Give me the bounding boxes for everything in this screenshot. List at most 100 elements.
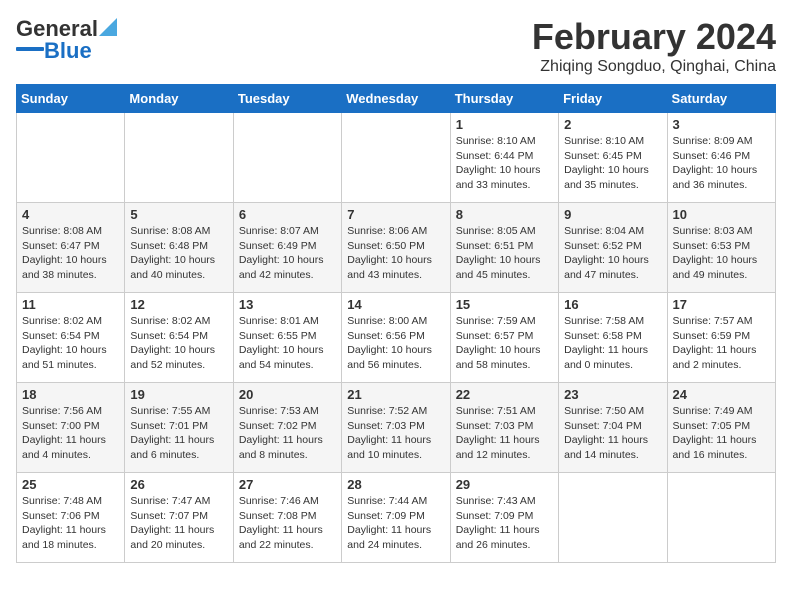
location: Zhiqing Songduo, Qinghai, China bbox=[532, 58, 776, 76]
calendar-cell: 23 Sunrise: 7:50 AM Sunset: 7:04 PM Dayli… bbox=[559, 383, 667, 473]
day-info: Sunrise: 8:02 AM Sunset: 6:54 PM Dayligh… bbox=[130, 314, 227, 373]
calendar-cell: 15 Sunrise: 7:59 AM Sunset: 6:57 PM Dayli… bbox=[450, 293, 558, 383]
day-info: Sunrise: 7:59 AM Sunset: 6:57 PM Dayligh… bbox=[456, 314, 553, 373]
calendar-cell: 5Sunrise: 8:08 AM Sunset: 6:48 PM Daylig… bbox=[125, 203, 233, 293]
calendar-cell: 3Sunrise: 8:09 AM Sunset: 6:46 PM Daylig… bbox=[667, 113, 775, 203]
day-info: Sunrise: 8:09 AM Sunset: 6:46 PM Dayligh… bbox=[673, 134, 770, 193]
day-number: 26 bbox=[130, 477, 227, 492]
day-info: Sunrise: 7:56 AM Sunset: 7:00 PM Dayligh… bbox=[22, 404, 119, 463]
calendar-cell bbox=[125, 113, 233, 203]
day-number: 20 bbox=[239, 387, 336, 402]
calendar-cell: 11 Sunrise: 8:02 AM Sunset: 6:54 PM Dayli… bbox=[17, 293, 125, 383]
day-info: Sunrise: 7:47 AM Sunset: 7:07 PM Dayligh… bbox=[130, 494, 227, 553]
day-number: 1 bbox=[456, 117, 553, 132]
calendar-cell: 29 Sunrise: 7:43 AM Sunset: 7:09 PM Dayli… bbox=[450, 473, 558, 563]
calendar-header: Tuesday bbox=[233, 85, 341, 113]
calendar-cell: 10 Sunrise: 8:03 AM Sunset: 6:53 PM Dayli… bbox=[667, 203, 775, 293]
day-info: Sunrise: 8:04 AM Sunset: 6:52 PM Dayligh… bbox=[564, 224, 661, 283]
day-info: Sunrise: 8:02 AM Sunset: 6:54 PM Dayligh… bbox=[22, 314, 119, 373]
calendar-cell bbox=[559, 473, 667, 563]
day-number: 14 bbox=[347, 297, 444, 312]
calendar-header: Thursday bbox=[450, 85, 558, 113]
calendar-cell: 19 Sunrise: 7:55 AM Sunset: 7:01 PM Dayli… bbox=[125, 383, 233, 473]
calendar-cell: 27 Sunrise: 7:46 AM Sunset: 7:08 PM Dayli… bbox=[233, 473, 341, 563]
day-info: Sunrise: 8:06 AM Sunset: 6:50 PM Dayligh… bbox=[347, 224, 444, 283]
calendar-table: SundayMondayTuesdayWednesdayThursdayFrid… bbox=[16, 84, 776, 563]
calendar-cell: 28 Sunrise: 7:44 AM Sunset: 7:09 PM Dayli… bbox=[342, 473, 450, 563]
day-number: 17 bbox=[673, 297, 770, 312]
calendar-cell bbox=[342, 113, 450, 203]
day-info: Sunrise: 8:10 AM Sunset: 6:45 PM Dayligh… bbox=[564, 134, 661, 193]
day-number: 23 bbox=[564, 387, 661, 402]
calendar-header: Sunday bbox=[17, 85, 125, 113]
calendar-cell: 7 Sunrise: 8:06 AM Sunset: 6:50 PM Daylig… bbox=[342, 203, 450, 293]
day-info: Sunrise: 7:49 AM Sunset: 7:05 PM Dayligh… bbox=[673, 404, 770, 463]
day-number: 11 bbox=[22, 297, 119, 312]
day-number: 24 bbox=[673, 387, 770, 402]
day-info: Sunrise: 8:01 AM Sunset: 6:55 PM Dayligh… bbox=[239, 314, 336, 373]
day-number: 4 bbox=[22, 207, 119, 222]
day-info: Sunrise: 7:53 AM Sunset: 7:02 PM Dayligh… bbox=[239, 404, 336, 463]
day-number: 22 bbox=[456, 387, 553, 402]
title-block: February 2024 Zhiqing Songduo, Qinghai, … bbox=[532, 16, 776, 76]
page-header: General Blue February 2024 Zhiqing Songd… bbox=[16, 16, 776, 76]
calendar-cell: 22 Sunrise: 7:51 AM Sunset: 7:03 PM Dayli… bbox=[450, 383, 558, 473]
day-number: 9 bbox=[564, 207, 661, 222]
calendar-cell: 12 Sunrise: 8:02 AM Sunset: 6:54 PM Dayli… bbox=[125, 293, 233, 383]
day-number: 18 bbox=[22, 387, 119, 402]
day-number: 25 bbox=[22, 477, 119, 492]
day-info: Sunrise: 7:46 AM Sunset: 7:08 PM Dayligh… bbox=[239, 494, 336, 553]
day-info: Sunrise: 7:55 AM Sunset: 7:01 PM Dayligh… bbox=[130, 404, 227, 463]
day-number: 19 bbox=[130, 387, 227, 402]
day-info: Sunrise: 7:50 AM Sunset: 7:04 PM Dayligh… bbox=[564, 404, 661, 463]
logo-underline-icon bbox=[16, 47, 44, 55]
calendar-header: Wednesday bbox=[342, 85, 450, 113]
day-info: Sunrise: 7:58 AM Sunset: 6:58 PM Dayligh… bbox=[564, 314, 661, 373]
calendar-cell: 14 Sunrise: 8:00 AM Sunset: 6:56 PM Dayli… bbox=[342, 293, 450, 383]
day-number: 28 bbox=[347, 477, 444, 492]
day-info: Sunrise: 7:43 AM Sunset: 7:09 PM Dayligh… bbox=[456, 494, 553, 553]
day-number: 7 bbox=[347, 207, 444, 222]
day-number: 2 bbox=[564, 117, 661, 132]
day-number: 12 bbox=[130, 297, 227, 312]
calendar-cell: 4Sunrise: 8:08 AM Sunset: 6:47 PM Daylig… bbox=[17, 203, 125, 293]
day-number: 6 bbox=[239, 207, 336, 222]
day-number: 10 bbox=[673, 207, 770, 222]
calendar-cell: 8Sunrise: 8:05 AM Sunset: 6:51 PM Daylig… bbox=[450, 203, 558, 293]
day-info: Sunrise: 8:03 AM Sunset: 6:53 PM Dayligh… bbox=[673, 224, 770, 283]
day-info: Sunrise: 8:07 AM Sunset: 6:49 PM Dayligh… bbox=[239, 224, 336, 283]
calendar-cell: 9 Sunrise: 8:04 AM Sunset: 6:52 PM Daylig… bbox=[559, 203, 667, 293]
calendar-cell bbox=[667, 473, 775, 563]
calendar-cell: 2 Sunrise: 8:10 AM Sunset: 6:45 PM Daylig… bbox=[559, 113, 667, 203]
day-info: Sunrise: 7:52 AM Sunset: 7:03 PM Dayligh… bbox=[347, 404, 444, 463]
day-info: Sunrise: 8:00 AM Sunset: 6:56 PM Dayligh… bbox=[347, 314, 444, 373]
day-number: 29 bbox=[456, 477, 553, 492]
calendar-cell: 13 Sunrise: 8:01 AM Sunset: 6:55 PM Dayli… bbox=[233, 293, 341, 383]
calendar-cell: 20 Sunrise: 7:53 AM Sunset: 7:02 PM Dayli… bbox=[233, 383, 341, 473]
day-number: 21 bbox=[347, 387, 444, 402]
calendar-cell: 1Sunrise: 8:10 AM Sunset: 6:44 PM Daylig… bbox=[450, 113, 558, 203]
calendar-cell: 16 Sunrise: 7:58 AM Sunset: 6:58 PM Dayli… bbox=[559, 293, 667, 383]
calendar-cell: 24 Sunrise: 7:49 AM Sunset: 7:05 PM Dayli… bbox=[667, 383, 775, 473]
day-info: Sunrise: 7:51 AM Sunset: 7:03 PM Dayligh… bbox=[456, 404, 553, 463]
day-number: 27 bbox=[239, 477, 336, 492]
calendar-cell: 25Sunrise: 7:48 AM Sunset: 7:06 PM Dayli… bbox=[17, 473, 125, 563]
day-number: 16 bbox=[564, 297, 661, 312]
logo-arrow-icon bbox=[99, 18, 117, 36]
day-number: 13 bbox=[239, 297, 336, 312]
day-info: Sunrise: 7:44 AM Sunset: 7:09 PM Dayligh… bbox=[347, 494, 444, 553]
calendar-header: Saturday bbox=[667, 85, 775, 113]
month-title: February 2024 bbox=[532, 16, 776, 58]
calendar-cell bbox=[233, 113, 341, 203]
calendar-cell: 17Sunrise: 7:57 AM Sunset: 6:59 PM Dayli… bbox=[667, 293, 775, 383]
calendar-cell: 6 Sunrise: 8:07 AM Sunset: 6:49 PM Daylig… bbox=[233, 203, 341, 293]
calendar-cell: 18 Sunrise: 7:56 AM Sunset: 7:00 PM Dayli… bbox=[17, 383, 125, 473]
day-number: 8 bbox=[456, 207, 553, 222]
logo-blue: Blue bbox=[44, 38, 92, 64]
logo: General Blue bbox=[16, 16, 117, 64]
calendar-cell: 21 Sunrise: 7:52 AM Sunset: 7:03 PM Dayli… bbox=[342, 383, 450, 473]
calendar-cell: 26 Sunrise: 7:47 AM Sunset: 7:07 PM Dayli… bbox=[125, 473, 233, 563]
day-number: 15 bbox=[456, 297, 553, 312]
day-number: 5 bbox=[130, 207, 227, 222]
calendar-cell bbox=[17, 113, 125, 203]
